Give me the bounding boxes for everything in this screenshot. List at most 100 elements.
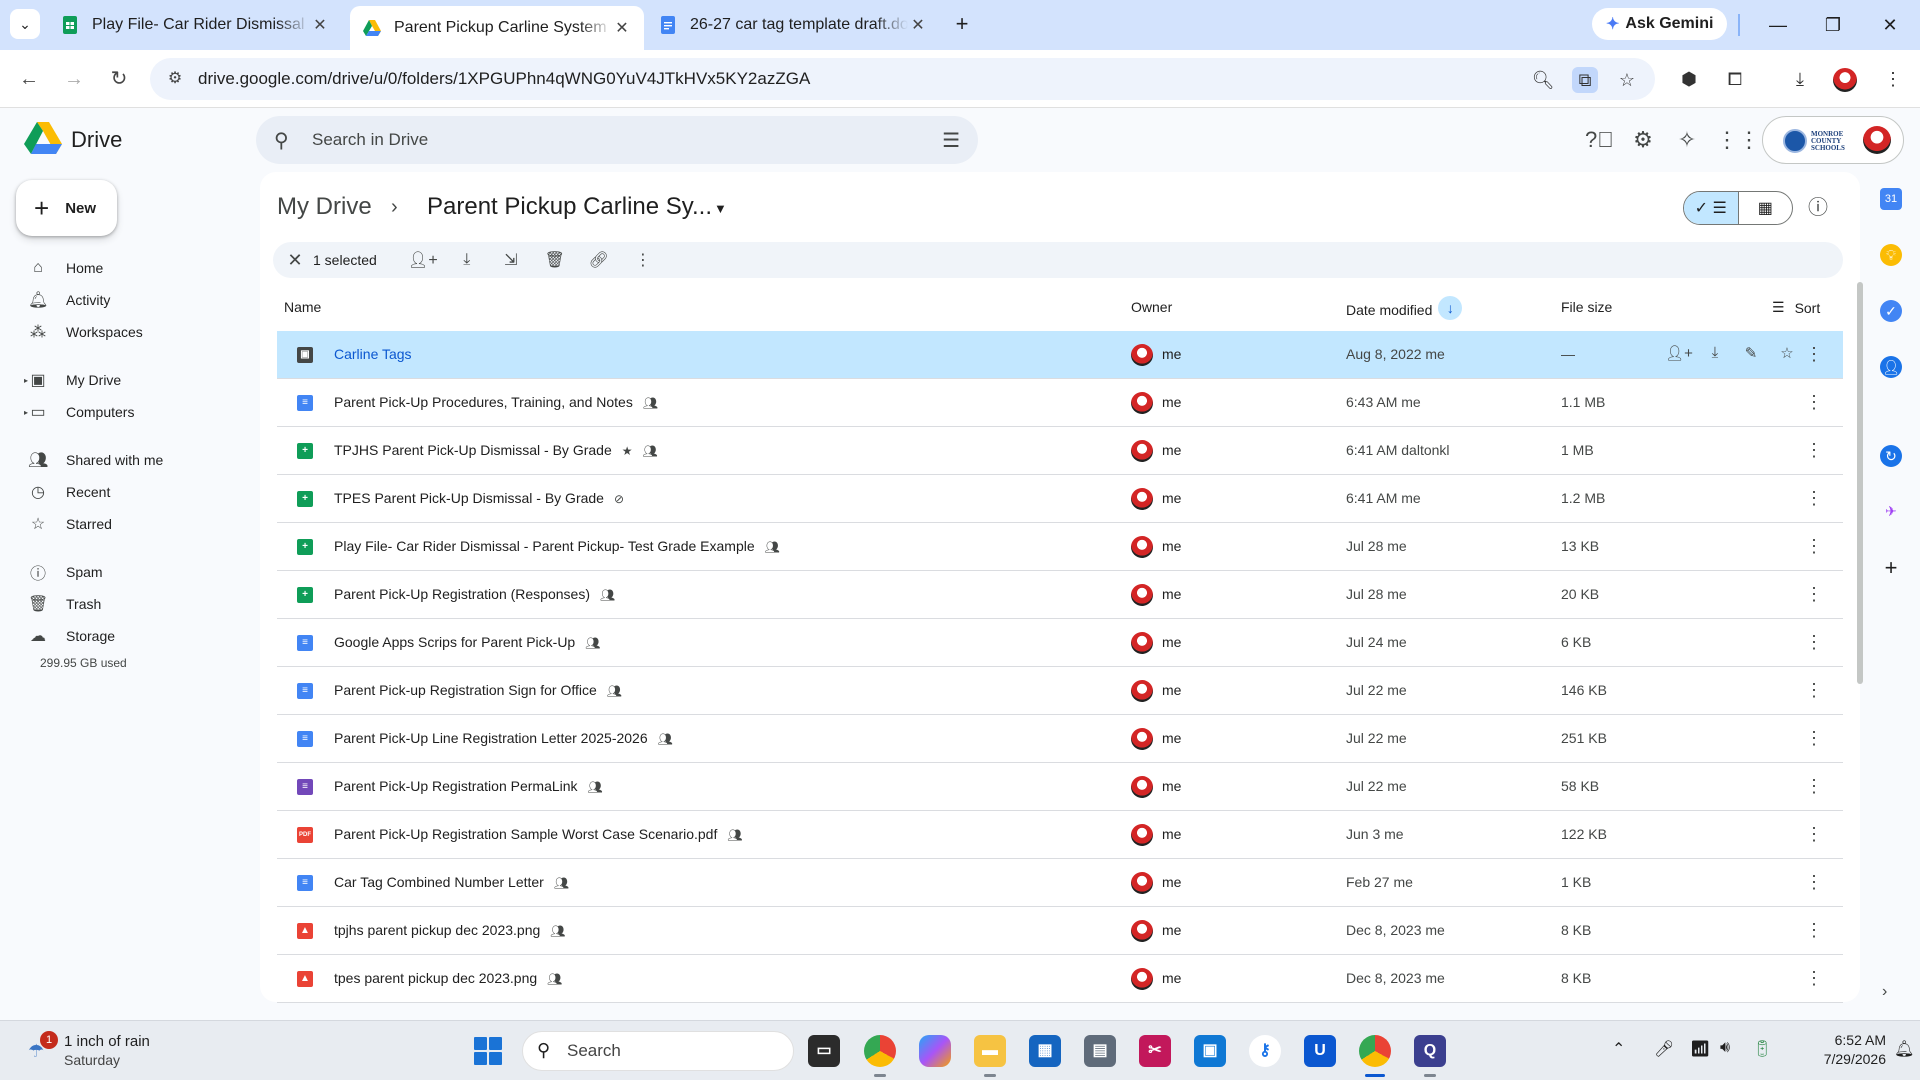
table-row[interactable]: ≡ Car Tag Combined Number Letter 👥︎ me Feb 2…	[277, 859, 1843, 907]
search-options-icon[interactable]: ☰	[942, 128, 960, 153]
table-row[interactable]: ≡ Google Apps Scrips for Parent Pick-Up 👥︎…	[277, 619, 1843, 667]
site-settings-icon[interactable]: ⚙	[164, 68, 186, 90]
table-row[interactable]: ≡ Parent Pick-Up Registration PermaLink 👥︎…	[277, 763, 1843, 811]
side-addon-icon[interactable]: ✈	[1880, 500, 1902, 522]
more-actions-icon[interactable]: ⋮	[1804, 824, 1824, 844]
side-panel-chevron-icon[interactable]: ›	[1882, 983, 1887, 1001]
folder-menu-caret-icon[interactable]: ▼	[714, 201, 727, 216]
more-actions-icon[interactable]: ⋮	[1804, 872, 1824, 892]
address-bar[interactable]: ⚙ drive.google.com/drive/u/0/folders/1XP…	[150, 58, 1655, 100]
file-name[interactable]: Car Tag Combined Number Letter 👥︎	[334, 874, 569, 890]
share-icon[interactable]: 👤︎+	[1661, 344, 1697, 362]
sidebar-item-spam[interactable]: ⓘ Spam	[28, 558, 103, 586]
download-icon[interactable]: ⤓	[445, 251, 489, 269]
caret-right-icon[interactable]: ▸	[24, 408, 28, 417]
sidebar-item-home[interactable]: ⌂ Home	[28, 254, 103, 282]
quick-assist-icon[interactable]: Q	[1414, 1035, 1446, 1067]
browser-tab-play-file[interactable]: Play File- Car Rider Dismissal - P ✕	[48, 6, 342, 44]
more-actions-icon[interactable]: ⋮	[1804, 968, 1824, 988]
more-actions-icon[interactable]: ⋮	[1804, 632, 1824, 652]
column-header-file-size[interactable]: File size	[1561, 299, 1612, 315]
more-actions-icon[interactable]: ⋮	[1804, 776, 1824, 796]
new-button[interactable]: + New	[16, 180, 117, 236]
table-row[interactable]: PDF Parent Pick-Up Registration Sample Wo…	[277, 811, 1843, 859]
column-header-owner[interactable]: Owner	[1131, 299, 1172, 315]
file-name[interactable]: Parent Pick-Up Registration Sample Worst…	[334, 826, 743, 842]
notification-bell-icon[interactable]: 🔔︎	[1894, 1039, 1914, 1059]
calculator-icon[interactable]: ▤	[1084, 1035, 1116, 1067]
details-info-icon[interactable]: ⓘ	[1804, 194, 1832, 222]
more-actions-icon[interactable]: ⋮	[1804, 680, 1824, 700]
extension-side-icon[interactable]: ↻	[1880, 445, 1902, 467]
trash-icon[interactable]: 🗑︎	[533, 250, 577, 270]
table-row[interactable]: + Parent Pick-Up Registration (Responses)…	[277, 571, 1843, 619]
link-icon[interactable]: 🔗︎	[577, 250, 621, 270]
rename-icon[interactable]: ✎	[1733, 344, 1769, 362]
microphone-icon[interactable]: 🎤︎	[1654, 1039, 1674, 1059]
browser-tab-car-tag-template[interactable]: 26-27 car tag template draft.do ✕	[646, 6, 940, 44]
file-name[interactable]: Parent Pick-Up Registration (Responses) 👥…	[334, 586, 615, 602]
task-view-icon[interactable]: ▭	[808, 1035, 840, 1067]
clear-selection-icon[interactable]: ✕	[277, 250, 313, 271]
sidebar-item-shared-with-me[interactable]: 👥︎ Shared with me	[28, 446, 163, 474]
sidebar-item-trash[interactable]: 🗑︎ Trash	[28, 590, 101, 618]
settings-gear-icon[interactable]: ⚙	[1629, 126, 1657, 154]
browser-menu-icon[interactable]: ⋮	[1880, 66, 1906, 92]
sidebar-item-recent[interactable]: ◷ Recent	[28, 478, 110, 506]
reload-button[interactable]: ↻	[104, 64, 134, 94]
table-row[interactable]: ▣ Carline Tags me Aug 8, 2022 me — 👤︎+ ⤓ ✎ ☆ ⋮	[277, 331, 1843, 379]
table-row[interactable]: + TPES Parent Pick-Up Dismissal - By Grad…	[277, 475, 1843, 523]
table-row[interactable]: ≡ Parent Pick-Up Line Registration Letter…	[277, 715, 1843, 763]
zoom-icon[interactable]: 🔍︎	[1530, 67, 1556, 93]
store-icon[interactable]: ▦	[1029, 1035, 1061, 1067]
add-star-icon[interactable]: ☆	[1769, 344, 1805, 362]
restore-button[interactable]: ❐	[1818, 10, 1848, 40]
share-icon[interactable]: 👤︎+	[401, 250, 445, 270]
wifi-icon[interactable]: 📶︎	[1690, 1039, 1710, 1059]
sort-button[interactable]: ☰ Sort	[1772, 299, 1820, 316]
more-actions-icon[interactable]: ⋮	[1804, 392, 1824, 412]
file-name[interactable]: Google Apps Scrips for Parent Pick-Up 👥︎	[334, 634, 600, 650]
more-actions-icon[interactable]: ⋮	[621, 250, 665, 270]
copilot-icon[interactable]	[919, 1035, 951, 1067]
table-row[interactable]: + Play File- Car Rider Dismissal - Parent…	[277, 523, 1843, 571]
close-tab-icon[interactable]: ✕	[908, 15, 928, 35]
sidebar-item-activity[interactable]: 🔔︎ Activity	[28, 286, 110, 314]
table-row[interactable]: + TPJHS Parent Pick-Up Dismissal - By Gra…	[277, 427, 1843, 475]
account-chip[interactable]: MONROE COUNTY SCHOOLS	[1762, 116, 1904, 164]
file-name[interactable]: Play File- Car Rider Dismissal - Parent …	[334, 538, 780, 554]
table-row[interactable]: ▲ tpes parent pickup dec 2023.png 👥︎ me Dec …	[277, 955, 1843, 1003]
more-actions-icon[interactable]: ⋮	[1804, 536, 1824, 556]
file-explorer-icon[interactable]: ▬	[974, 1035, 1006, 1067]
start-button[interactable]	[474, 1037, 502, 1065]
sidebar-item-computers[interactable]: ▸ ▭ Computers	[24, 398, 134, 426]
file-name[interactable]: Parent Pick-Up Procedures, Training, and…	[334, 394, 658, 410]
drive-search-input[interactable]: ⚲ Search in Drive ☰	[256, 116, 978, 164]
sidebar-item-storage[interactable]: ☁ Storage	[28, 622, 115, 650]
calendar-icon[interactable]: 31	[1880, 188, 1902, 210]
close-window-button[interactable]: ✕	[1875, 10, 1905, 40]
tasks-icon[interactable]: ✓	[1880, 300, 1902, 322]
file-name[interactable]: Parent Pick-up Registration Sign for Off…	[334, 682, 622, 698]
file-name[interactable]: TPES Parent Pick-Up Dismissal - By Grade…	[334, 490, 624, 506]
back-button[interactable]: ←	[14, 64, 44, 94]
breadcrumb-my-drive[interactable]: My Drive	[277, 193, 372, 221]
snipping-tool-icon[interactable]: ✂	[1139, 1035, 1171, 1067]
grid-view-button[interactable]: ▦	[1739, 192, 1793, 224]
volume-icon[interactable]: 🔊︎	[1720, 1039, 1730, 1057]
apps-grid-icon[interactable]: ⋮⋮	[1716, 126, 1760, 154]
extensions-puzzle-icon[interactable]: ⧠	[1722, 66, 1748, 92]
ask-gemini-button[interactable]: ✦ Ask Gemini	[1592, 8, 1728, 40]
contacts-icon[interactable]: 👤︎	[1880, 356, 1902, 378]
sidebar-item-my-drive[interactable]: ▸ ▣ My Drive	[24, 366, 121, 394]
download-icon[interactable]: ⤓	[1697, 344, 1733, 362]
tab-search-button[interactable]: ⌄	[10, 9, 40, 39]
get-addons-plus-icon[interactable]: +	[1880, 557, 1902, 579]
extension-icon[interactable]: ⬢	[1676, 66, 1702, 92]
remote-desktop-icon[interactable]: ▣	[1194, 1035, 1226, 1067]
column-header-date-modified[interactable]: Date modified ↓	[1346, 296, 1463, 320]
file-name[interactable]: Parent Pick-Up Line Registration Letter …	[334, 730, 673, 746]
new-tab-button[interactable]: +	[948, 10, 976, 38]
minimize-button[interactable]: —	[1763, 10, 1793, 40]
system-clock[interactable]: 6:52 AM 7/29/2026	[1800, 1031, 1886, 1069]
